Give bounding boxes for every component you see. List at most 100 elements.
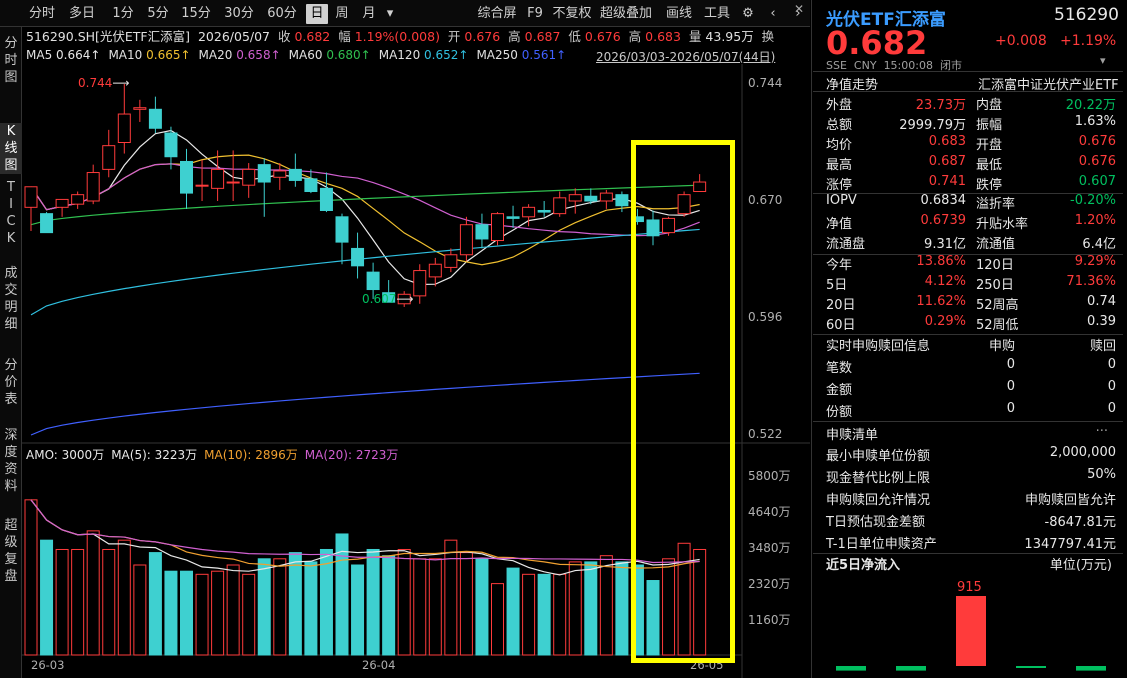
volume-bar[interactable]: [71, 548, 85, 656]
candle-body[interactable]: [86, 172, 100, 202]
candle-body[interactable]: [55, 198, 69, 208]
candle-body[interactable]: [102, 145, 116, 170]
volume-bar[interactable]: [273, 558, 287, 656]
stat-value: 4.12%: [924, 274, 966, 289]
candle-body[interactable]: [444, 254, 458, 268]
candle-body[interactable]: [304, 178, 318, 193]
candle-body[interactable]: [24, 186, 38, 208]
volume-ma20-line: [30, 499, 700, 564]
volume-tick-label: 4640万: [748, 505, 791, 519]
volume-bar[interactable]: [413, 558, 427, 656]
volume-bar[interactable]: [522, 573, 536, 656]
volume-bar[interactable]: [195, 573, 209, 656]
candle-body[interactable]: [428, 263, 442, 278]
volume-bar[interactable]: [180, 570, 193, 656]
volume-bar[interactable]: [55, 548, 69, 656]
volume-bar[interactable]: [444, 539, 458, 656]
volume-tick-label: 3480万: [748, 541, 791, 555]
candle-body[interactable]: [273, 170, 287, 178]
stat-value: 20.22万: [1065, 98, 1116, 113]
close-chart-icon[interactable]: ✕: [794, 2, 804, 16]
candle-body[interactable]: [459, 224, 473, 256]
volume-bar[interactable]: [226, 564, 240, 656]
stat-value: 0.741: [928, 174, 966, 189]
volume-bar[interactable]: [506, 567, 520, 656]
volume-bar[interactable]: [615, 561, 629, 656]
stat-label: 250日: [976, 278, 1014, 293]
candle-body[interactable]: [133, 107, 147, 110]
volume-bar[interactable]: [553, 573, 567, 656]
stat-label: 振幅: [976, 118, 1003, 133]
candle-body[interactable]: [40, 213, 54, 234]
flow-bar: [956, 596, 986, 666]
candle-body[interactable]: [553, 197, 567, 215]
volume-bar[interactable]: [164, 570, 178, 656]
ma250-line: [30, 372, 700, 436]
stat-value: 0.676: [1078, 154, 1116, 169]
volume-bar[interactable]: [599, 555, 613, 656]
candle-body[interactable]: [71, 194, 85, 205]
volume-bar[interactable]: [24, 499, 38, 656]
list-row-label: 现金替代比例上限: [826, 471, 931, 486]
volume-bar[interactable]: [475, 558, 489, 656]
volume-bar[interactable]: [304, 561, 318, 656]
candle-body[interactable]: [491, 213, 504, 242]
list-row-value: -8647.81元: [1044, 515, 1116, 530]
candle-body[interactable]: [195, 184, 209, 187]
candle-body[interactable]: [475, 224, 489, 240]
volume-bar[interactable]: [242, 573, 256, 656]
candle-body[interactable]: [615, 194, 629, 207]
high-annotation: 0.744⟶: [78, 76, 130, 90]
candle-body[interactable]: [242, 168, 256, 186]
volume-bar[interactable]: [351, 564, 365, 656]
candle-body[interactable]: [148, 108, 162, 129]
volume-bar[interactable]: [537, 573, 551, 656]
candle-body[interactable]: [522, 206, 536, 218]
candle-body[interactable]: [351, 247, 365, 267]
stat-value: 9.31亿: [924, 237, 966, 252]
candle-body[interactable]: [117, 113, 131, 144]
volume-bar[interactable]: [257, 558, 271, 656]
candle-body[interactable]: [366, 271, 380, 291]
candle-body[interactable]: [537, 209, 551, 213]
candle-body[interactable]: [506, 216, 520, 219]
net-flow-chart: [836, 596, 1106, 671]
volume-bar[interactable]: [148, 552, 162, 656]
volume-bar[interactable]: [428, 558, 442, 656]
stat-label: 52周高: [976, 298, 1019, 313]
candle-body[interactable]: [257, 164, 271, 183]
volume-bar[interactable]: [86, 530, 100, 656]
price-tick-label: 0.522: [748, 427, 783, 441]
candle-body[interactable]: [164, 132, 178, 158]
candle-body[interactable]: [288, 168, 302, 181]
volume-bar[interactable]: [133, 564, 147, 656]
stat-label: 跌停: [976, 178, 1003, 193]
volume-bar[interactable]: [459, 552, 473, 656]
flow-bar: [836, 666, 866, 671]
volume-bar[interactable]: [102, 548, 116, 656]
volume-bar[interactable]: [397, 548, 411, 656]
volume-bar[interactable]: [568, 561, 582, 656]
volume-bar[interactable]: [319, 548, 333, 656]
collapse-icon[interactable]: ▾: [1100, 54, 1106, 67]
volume-bar[interactable]: [288, 552, 302, 656]
volume-bar[interactable]: [40, 539, 54, 656]
stat-value: 0.6834: [920, 193, 967, 208]
ma10-line: [30, 154, 700, 266]
volume-bar[interactable]: [491, 583, 504, 656]
volume-bar[interactable]: [366, 548, 380, 656]
candle-body[interactable]: [226, 181, 240, 184]
volume-bar[interactable]: [382, 555, 396, 656]
candle-body[interactable]: [568, 194, 582, 202]
candle-body[interactable]: [319, 187, 333, 211]
candle-body[interactable]: [180, 160, 193, 194]
candle-body[interactable]: [335, 216, 349, 243]
candle-body[interactable]: [584, 195, 598, 202]
volume-bar[interactable]: [117, 539, 131, 656]
volume-bar[interactable]: [211, 570, 225, 656]
volume-bar[interactable]: [584, 561, 598, 656]
candle-body[interactable]: [599, 192, 613, 202]
candle-body[interactable]: [211, 168, 225, 189]
redeem-header: 赎回: [1089, 339, 1116, 354]
candle-body[interactable]: [413, 270, 427, 297]
